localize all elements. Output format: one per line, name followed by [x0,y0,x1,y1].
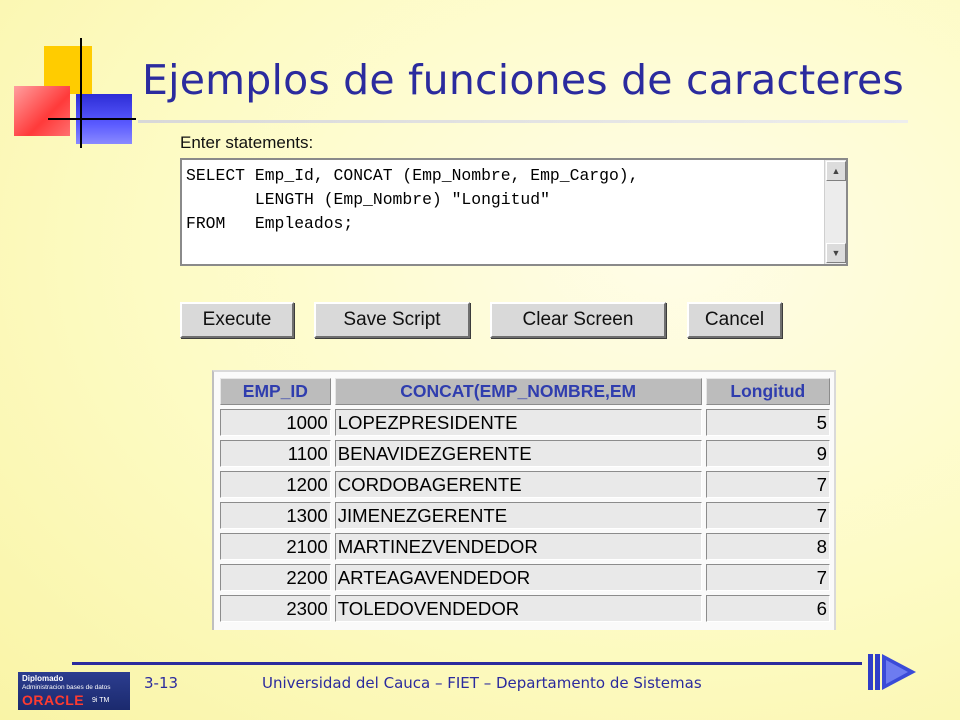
cell-concat: ARTEAGAVENDEDOR [334,564,702,591]
column-header-emp-id: EMP_ID [220,378,331,405]
table-row: 2100 MARTINEZVENDEDOR 8 [220,533,830,560]
cell-concat: CORDOBAGERENTE [334,471,702,498]
logo-text-subtitle: Administracion bases de datos [22,684,111,691]
table-row: 1100 BENAVIDEZGERENTE 9 [220,440,830,467]
sql-editor-text[interactable]: SELECT Emp_Id, CONCAT (Emp_Nombre, Emp_C… [186,164,824,260]
cell-longitud: 7 [705,502,830,529]
cell-emp-id: 1000 [220,409,331,436]
footer-text: Universidad del Cauca – FIET – Departame… [262,674,702,692]
page-number: 3-13 [144,674,179,692]
logo-square-red [14,86,70,136]
cell-longitud: 5 [705,409,830,436]
column-header-concat: CONCAT(EMP_NOMBRE,EM [334,378,702,405]
cell-emp-id: 1100 [220,440,331,467]
execute-button[interactable]: Execute [180,302,294,338]
cell-emp-id: 1200 [220,471,331,498]
footer-divider [72,662,862,665]
logo-line-horizontal [48,118,136,120]
cell-emp-id: 2100 [220,533,331,560]
sql-editor[interactable]: SELECT Emp_Id, CONCAT (Emp_Nombre, Emp_C… [180,158,848,266]
cancel-button[interactable]: Cancel [687,302,782,338]
column-header-longitud: Longitud [705,378,830,405]
cell-concat: BENAVIDEZGERENTE [334,440,702,467]
table-row: 1000 LOPEZPRESIDENTE 5 [220,409,830,436]
scroll-down-arrow-icon[interactable]: ▼ [826,243,846,263]
editor-scrollbar[interactable]: ▲ ▼ [824,160,846,264]
logo-text-version: 9i TM [92,697,110,704]
cell-longitud: 7 [705,564,830,591]
next-slide-arrow-icon[interactable] [866,652,918,692]
cell-concat: MARTINEZVENDEDOR [334,533,702,560]
cell-concat: JIMENEZGERENTE [334,502,702,529]
results-panel: EMP_ID CONCAT(EMP_NOMBRE,EM Longitud 100… [212,370,836,630]
table-row: 2200 ARTEAGAVENDEDOR 7 [220,564,830,591]
table-row: 1200 CORDOBAGERENTE 7 [220,471,830,498]
cell-longitud: 6 [705,595,830,622]
cell-longitud: 8 [705,533,830,560]
logo-text-oracle: ORACLE [22,692,85,708]
results-header-row: EMP_ID CONCAT(EMP_NOMBRE,EM Longitud [220,378,830,405]
logo-line-vertical [80,38,82,148]
enter-statements-label: Enter statements: [180,133,314,152]
table-row: 1300 JIMENEZGERENTE 7 [220,502,830,529]
cell-emp-id: 1300 [220,502,331,529]
cell-longitud: 7 [705,471,830,498]
cell-concat: LOPEZPRESIDENTE [334,409,702,436]
clear-screen-button[interactable]: Clear Screen [490,302,666,338]
title-underline [138,120,908,123]
table-row: 2300 TOLEDOVENDEDOR 6 [220,595,830,622]
cell-emp-id: 2200 [220,564,331,591]
results-table: EMP_ID CONCAT(EMP_NOMBRE,EM Longitud 100… [216,374,834,626]
slide-title: Ejemplos de funciones de caracteres [142,56,904,104]
scroll-up-arrow-icon[interactable]: ▲ [826,161,846,181]
cell-emp-id: 2300 [220,595,331,622]
save-script-button[interactable]: Save Script [314,302,470,338]
diplomado-oracle-logo: Diplomado Administracion bases de datos … [18,672,130,710]
cell-longitud: 9 [705,440,830,467]
cell-concat: TOLEDOVENDEDOR [334,595,702,622]
logo-text-diplomado: Diplomado [22,674,64,683]
